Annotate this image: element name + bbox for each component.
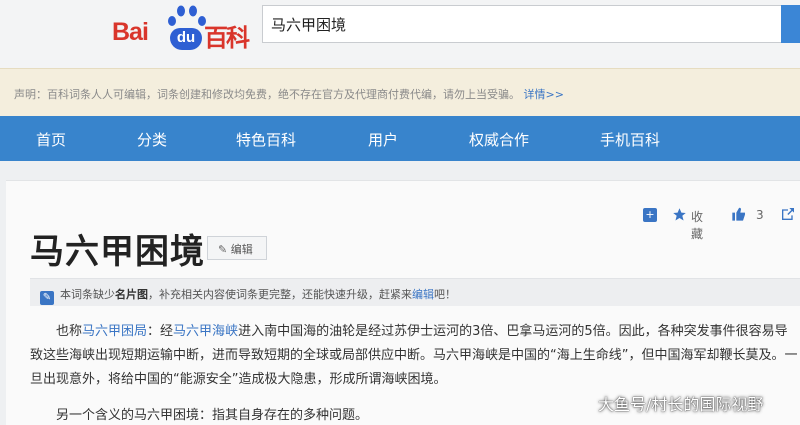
baidu-baike-logo[interactable]: Bai du 百科 bbox=[112, 4, 252, 56]
nav-item-category[interactable]: 分类 bbox=[137, 129, 167, 150]
star-icon[interactable] bbox=[672, 207, 687, 222]
edit-pencil-icon: ✎ bbox=[40, 291, 54, 305]
tip-bold-text: 名片图 bbox=[115, 288, 148, 301]
para-text: 也称 bbox=[56, 324, 83, 339]
nav-item-featured[interactable]: 特色百科 bbox=[236, 129, 296, 150]
main-nav: 首页 分类 特色百科 用户 权威合作 手机百科 bbox=[0, 116, 800, 161]
pencil-icon: ✎ bbox=[218, 243, 228, 256]
favorite-label[interactable]: 收藏 bbox=[691, 208, 703, 242]
logo-baike-text: 百科 bbox=[204, 24, 250, 52]
share-icon[interactable] bbox=[780, 206, 796, 222]
search-box[interactable] bbox=[262, 5, 782, 43]
link-malacca-dilemma[interactable]: 马六甲困局 bbox=[82, 324, 147, 339]
search-button[interactable] bbox=[781, 5, 800, 43]
like-count: 3 bbox=[756, 208, 764, 222]
tip-text-2: ，补充相关内容使词条更完整，还能快速升级，赶紧来 bbox=[148, 288, 412, 301]
para-text: ：经 bbox=[147, 324, 174, 339]
search-input[interactable] bbox=[263, 6, 781, 42]
nav-item-mobile[interactable]: 手机百科 bbox=[600, 129, 660, 150]
disclaimer-text: 声明：百科词条人人可编辑，词条创建和修改均免费，绝不存在官方及代理商付费代编，请… bbox=[14, 88, 520, 101]
nav-item-user[interactable]: 用户 bbox=[368, 129, 398, 150]
source-watermark: 大鱼号/村长的国际视野 bbox=[598, 395, 764, 414]
tip-edit-link[interactable]: 编辑 bbox=[412, 288, 434, 301]
article-paragraph-1: 也称马六甲困局：经马六甲海峡进入南中国海的油轮是经过苏伊士运河的3倍、巴拿马运河… bbox=[30, 320, 800, 392]
thumbs-up-icon[interactable] bbox=[731, 206, 747, 222]
logo-bai-text: Bai bbox=[112, 18, 149, 46]
article-title: 马六甲困境 bbox=[30, 232, 205, 272]
disclaimer-details-link[interactable]: 详情>> bbox=[524, 88, 564, 101]
top-header: Bai du 百科 bbox=[0, 0, 800, 68]
edit-button-label: 编辑 bbox=[230, 243, 253, 256]
disclaimer-bar: 声明：百科词条人人可编辑，词条创建和修改均免费，绝不存在官方及代理商付费代编，请… bbox=[0, 68, 800, 116]
edit-button[interactable]: ✎ 编辑 bbox=[207, 236, 267, 260]
nav-item-authority[interactable]: 权威合作 bbox=[469, 129, 529, 150]
tip-text-1: 本词条缺少 bbox=[60, 288, 115, 301]
link-malacca-strait[interactable]: 马六甲海峡 bbox=[173, 324, 238, 339]
logo-du-text: du bbox=[170, 28, 202, 50]
plus-icon[interactable]: + bbox=[643, 208, 657, 222]
missing-image-tip: ✎ 本词条缺少名片图，补充相关内容使词条更完整，还能快速升级，赶紧来编辑吧！ bbox=[30, 278, 800, 306]
tip-text-3: 吧！ bbox=[434, 288, 456, 301]
article-paragraph-2: 另一个含义的马六甲困境：指其自身存在的多种问题。 bbox=[56, 408, 369, 423]
nav-item-home[interactable]: 首页 bbox=[36, 129, 66, 150]
